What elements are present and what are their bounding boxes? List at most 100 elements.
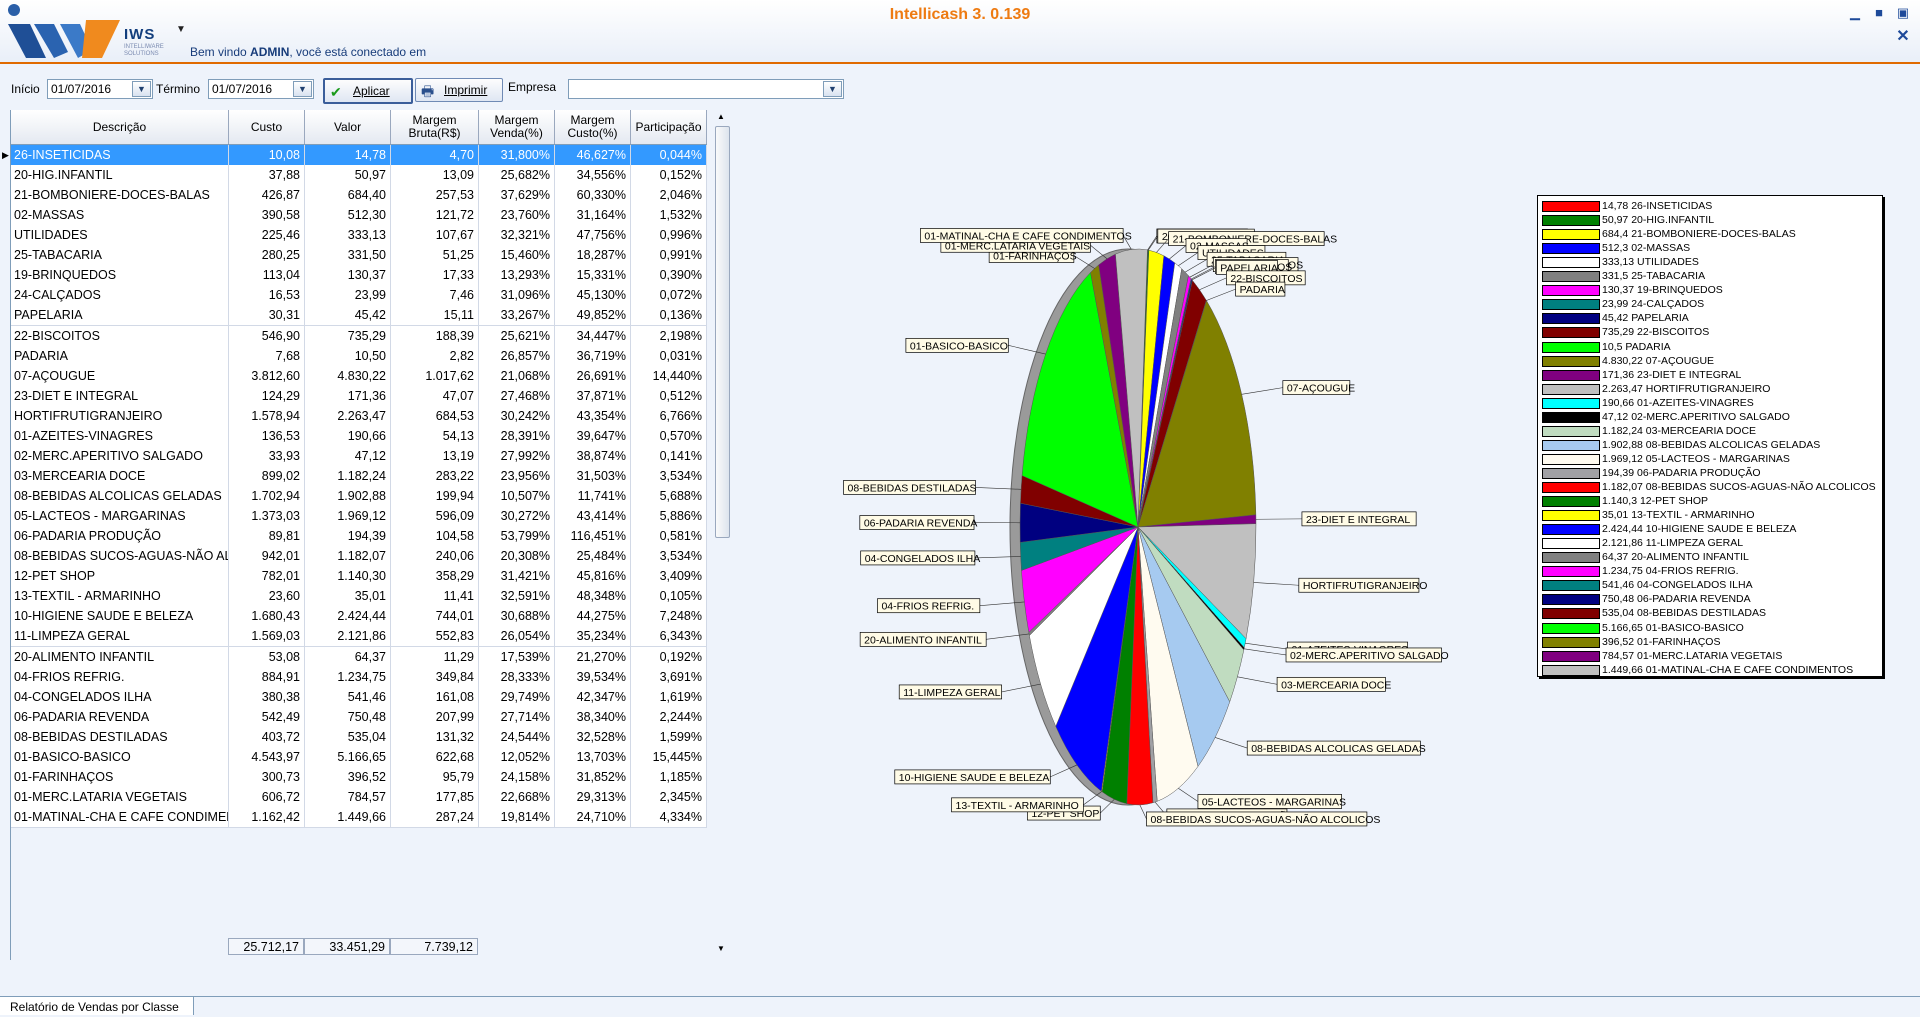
slice-label: 03-MERCEARIA DOCE bbox=[1281, 679, 1391, 691]
legend-item: 1.182,07 08-BEBIDAS SUCOS-AGUAS-NÃO ALCO… bbox=[1538, 480, 1878, 494]
close-icon[interactable]: ✕ bbox=[1896, 30, 1910, 44]
header-col-5[interactable]: Margem Custo(%) bbox=[555, 110, 631, 144]
table-row[interactable]: 04-CONGELADOS ILHA380,38541,46161,0829,7… bbox=[11, 687, 707, 708]
table-cell: 535,04 bbox=[305, 727, 391, 747]
table-cell: 35,234% bbox=[555, 626, 631, 646]
table-cell: 124,29 bbox=[229, 386, 305, 406]
sales-grid[interactable]: DescriçãoCustoValorMargem Bruta(R$)Marge… bbox=[10, 110, 707, 960]
table-row[interactable]: 19-BRINQUEDOS113,04130,3717,3313,293%15,… bbox=[11, 265, 707, 286]
table-row[interactable]: 01-BASICO-BASICO4.543,975.166,65622,6812… bbox=[11, 747, 707, 768]
table-row[interactable]: 06-PADARIA PRODUÇÃO89,81194,39104,5853,7… bbox=[11, 526, 707, 547]
header-col-4[interactable]: Margem Venda(%) bbox=[479, 110, 555, 144]
grid-scrollbar[interactable]: ▲ ▼ bbox=[714, 110, 730, 960]
empresa-dropdown-icon[interactable]: ▼ bbox=[823, 81, 842, 97]
header-col-2[interactable]: Valor bbox=[305, 110, 391, 144]
table-row[interactable]: 21-BOMBONIERE-DOCES-BALAS426,87684,40257… bbox=[11, 185, 707, 206]
table-row[interactable]: 02-MASSAS390,58512,30121,7223,760%31,164… bbox=[11, 205, 707, 226]
table-row[interactable]: 05-LACTEOS - MARGARINAS1.373,031.969,125… bbox=[11, 506, 707, 527]
table-cell: 257,53 bbox=[391, 185, 479, 205]
table-row[interactable]: 11-LIMPEZA GERAL1.569,032.121,86552,8326… bbox=[11, 626, 707, 647]
table-row[interactable]: PAPELARIA30,3145,4215,1133,267%49,852%0,… bbox=[11, 305, 707, 326]
empresa-select[interactable]: ▼ bbox=[568, 79, 844, 99]
table-cell: 27,992% bbox=[479, 446, 555, 466]
table-cell: 113,04 bbox=[229, 265, 305, 285]
table-cell: 37,88 bbox=[229, 165, 305, 185]
table-cell: 171,36 bbox=[305, 386, 391, 406]
inicio-date-field[interactable]: 01/07/2016▼ bbox=[47, 79, 153, 99]
table-row[interactable]: HORTIFRUTIGRANJEIRO1.578,942.263,47684,5… bbox=[11, 406, 707, 427]
table-row[interactable]: 04-FRIOS REFRIG.884,911.234,75349,8428,3… bbox=[11, 667, 707, 688]
termino-dropdown-icon[interactable]: ▼ bbox=[293, 81, 312, 97]
table-cell: 33,93 bbox=[229, 446, 305, 466]
table-cell: 21-BOMBONIERE-DOCES-BALAS bbox=[11, 185, 229, 205]
table-row[interactable]: 01-MERC.LATARIA VEGETAIS606,72784,57177,… bbox=[11, 787, 707, 808]
table-row[interactable]: 12-PET SHOP782,011.140,30358,2931,421%45… bbox=[11, 566, 707, 587]
legend-label: 684,4 21-BOMBONIERE-DOCES-BALAS bbox=[1602, 227, 1796, 241]
tab-relatorio-vendas[interactable]: Relatório de Vendas por Classe bbox=[0, 997, 194, 1015]
table-row[interactable]: 03-MERCEARIA DOCE899,021.182,24283,2223,… bbox=[11, 466, 707, 487]
header-col-6[interactable]: Participação bbox=[631, 110, 707, 144]
scroll-down-icon[interactable]: ▼ bbox=[717, 944, 725, 953]
table-cell: 26,691% bbox=[555, 366, 631, 386]
menu-caret-icon[interactable]: ▼ bbox=[176, 24, 186, 35]
minimize-icon[interactable]: ▁ bbox=[1848, 6, 1862, 20]
table-row[interactable]: 13-TEXTIL - ARMARINHO23,6035,0111,4132,5… bbox=[11, 586, 707, 607]
table-row[interactable]: 23-DIET E INTEGRAL124,29171,3647,0727,46… bbox=[11, 386, 707, 407]
legend-label: 333,13 UTILIDADES bbox=[1602, 255, 1699, 269]
table-row[interactable]: 01-MATINAL-CHA E CAFE CONDIMENTOS1.162,4… bbox=[11, 807, 707, 828]
aplicar-button[interactable]: ✔Aplicar bbox=[323, 78, 413, 104]
slice-label: 07-AÇOUGUE bbox=[1287, 383, 1355, 395]
table-row[interactable]: 01-AZEITES-VINAGRES136,53190,6654,1328,3… bbox=[11, 426, 707, 447]
table-cell: PAPELARIA bbox=[11, 305, 229, 325]
table-row[interactable]: 24-CALÇADOS16,5323,997,4631,096%45,130%0… bbox=[11, 285, 707, 306]
table-cell: 121,72 bbox=[391, 205, 479, 225]
table-row[interactable]: 06-PADARIA REVENDA542,49750,48207,9927,7… bbox=[11, 707, 707, 728]
table-cell: 4.543,97 bbox=[229, 747, 305, 767]
table-cell: 51,25 bbox=[391, 245, 479, 265]
table-row[interactable]: 20-ALIMENTO INFANTIL53,0864,3711,2917,53… bbox=[11, 647, 707, 668]
table-row[interactable]: 10-HIGIENE SAUDE E BELEZA1.680,432.424,4… bbox=[11, 606, 707, 627]
termino-date-field[interactable]: 01/07/2016▼ bbox=[208, 79, 314, 99]
table-row[interactable]: 01-FARINHAÇOS300,73396,5295,7924,158%31,… bbox=[11, 767, 707, 788]
header-col-1[interactable]: Custo bbox=[229, 110, 305, 144]
table-cell: 207,99 bbox=[391, 707, 479, 727]
table-row[interactable]: PADARIA7,6810,502,8226,857%36,719%0,031% bbox=[11, 346, 707, 367]
table-row[interactable]: 25-TABACARIA280,25331,5051,2515,460%18,2… bbox=[11, 245, 707, 266]
imprimir-button[interactable]: 🖶Imprimir bbox=[415, 78, 503, 102]
table-cell: 43,414% bbox=[555, 506, 631, 526]
scroll-thumb[interactable] bbox=[715, 126, 730, 538]
filter-bar: Início 01/07/2016▼ Término 01/07/2016▼ ✔… bbox=[0, 76, 900, 104]
table-cell: 6,343% bbox=[631, 626, 707, 646]
legend-item: 784,57 01-MERC.LATARIA VEGETAIS bbox=[1538, 649, 1878, 663]
legend-label: 2.424,44 10-HIGIENE SAUDE E BELEZA bbox=[1602, 522, 1796, 536]
inicio-dropdown-icon[interactable]: ▼ bbox=[132, 81, 151, 97]
table-row[interactable]: 07-AÇOUGUE3.812,604.830,221.017,6221,068… bbox=[11, 366, 707, 387]
table-row[interactable]: 26-INSETICIDAS10,0814,784,7031,800%46,62… bbox=[11, 145, 707, 166]
legend-item: 5.166,65 01-BASICO-BASICO bbox=[1538, 621, 1878, 635]
maximize-icon[interactable]: ■ bbox=[1872, 6, 1886, 20]
table-row[interactable]: 20-HIG.INFANTIL37,8850,9713,0925,682%34,… bbox=[11, 165, 707, 186]
table-cell: 1.017,62 bbox=[391, 366, 479, 386]
table-cell: 89,81 bbox=[229, 526, 305, 546]
legend-label: 23,99 24-CALÇADOS bbox=[1602, 297, 1704, 311]
table-row[interactable]: 22-BISCOITOS546,90735,29188,3925,621%34,… bbox=[11, 326, 707, 347]
options-icon[interactable]: ▣ bbox=[1896, 6, 1910, 20]
scroll-up-icon[interactable]: ▲ bbox=[717, 112, 725, 121]
table-row[interactable]: 02-MERC.APERITIVO SALGADO33,9347,1213,19… bbox=[11, 446, 707, 467]
table-row[interactable]: 08-BEBIDAS ALCOLICAS GELADAS1.702,941.90… bbox=[11, 486, 707, 507]
table-row[interactable]: UTILIDADES225,46333,13107,6732,321%47,75… bbox=[11, 225, 707, 246]
table-cell: 240,06 bbox=[391, 546, 479, 566]
legend-swatch bbox=[1542, 482, 1600, 493]
header-col-3[interactable]: Margem Bruta(R$) bbox=[391, 110, 479, 144]
table-cell: 0,570% bbox=[631, 426, 707, 446]
table-cell: 31,800% bbox=[479, 145, 555, 165]
table-cell: 30,688% bbox=[479, 606, 555, 626]
header-col-0[interactable]: Descrição bbox=[11, 110, 229, 144]
table-cell: 1.969,12 bbox=[305, 506, 391, 526]
table-cell: 684,53 bbox=[391, 406, 479, 426]
table-row[interactable]: 08-BEBIDAS SUCOS-AGUAS-NÃO ALCOLICOS942,… bbox=[11, 546, 707, 567]
table-cell: 1,532% bbox=[631, 205, 707, 225]
table-cell: 01-MATINAL-CHA E CAFE CONDIMENTOS bbox=[11, 807, 229, 827]
table-row[interactable]: 08-BEBIDAS DESTILADAS403,72535,04131,322… bbox=[11, 727, 707, 748]
table-cell: 12,052% bbox=[479, 747, 555, 767]
